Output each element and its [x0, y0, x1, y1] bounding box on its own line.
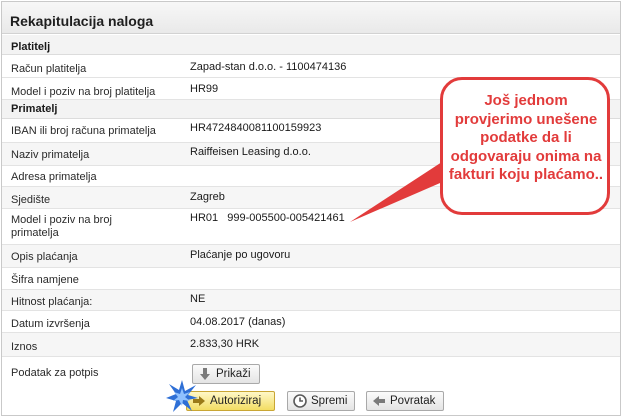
callout-text: Još jednom provjerimo unešene podatke da…: [448, 92, 604, 183]
